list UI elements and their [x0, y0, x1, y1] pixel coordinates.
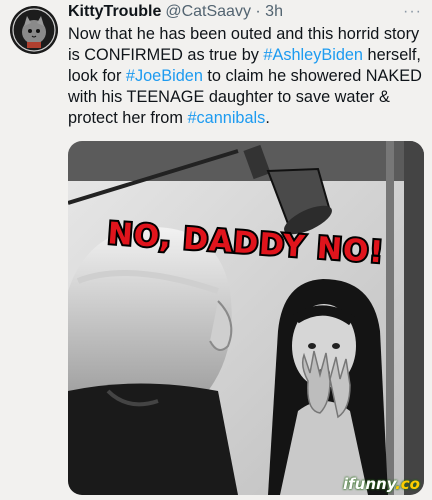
avatar-image — [10, 6, 58, 54]
tweet-text-part4: . — [265, 109, 270, 127]
tweet-media-image[interactable]: NO, DADDY NO! ifunny.co — [68, 141, 424, 495]
author-name[interactable]: KittyTrouble — [68, 3, 161, 20]
tweet-text: Now that he has been outed and this horr… — [68, 24, 424, 129]
hashtag-ashleybiden[interactable]: #AshleyBiden — [263, 46, 363, 64]
ifunny-watermark: ifunny.co — [343, 475, 420, 493]
timestamp[interactable]: 3h — [265, 3, 283, 20]
avatar[interactable] — [10, 6, 58, 54]
tweet-header: KittyTrouble @CatSaavy · 3h ··· — [68, 3, 422, 23]
watermark-suffix: .co — [395, 475, 420, 493]
hashtag-joebiden[interactable]: #JoeBiden — [126, 67, 203, 85]
separator: · — [250, 3, 266, 20]
tweet[interactable]: KittyTrouble @CatSaavy · 3h ··· Now that … — [0, 0, 432, 500]
handle-text: @CatSaavy — [165, 3, 251, 20]
more-icon[interactable]: ··· — [403, 3, 422, 21]
meme-image: NO, DADDY NO! — [68, 141, 424, 495]
hashtag-cannibals[interactable]: #cannibals — [187, 109, 265, 127]
author-handle[interactable]: @CatSaavy · 3h — [165, 3, 283, 20]
watermark-main: ifunny — [342, 475, 396, 493]
